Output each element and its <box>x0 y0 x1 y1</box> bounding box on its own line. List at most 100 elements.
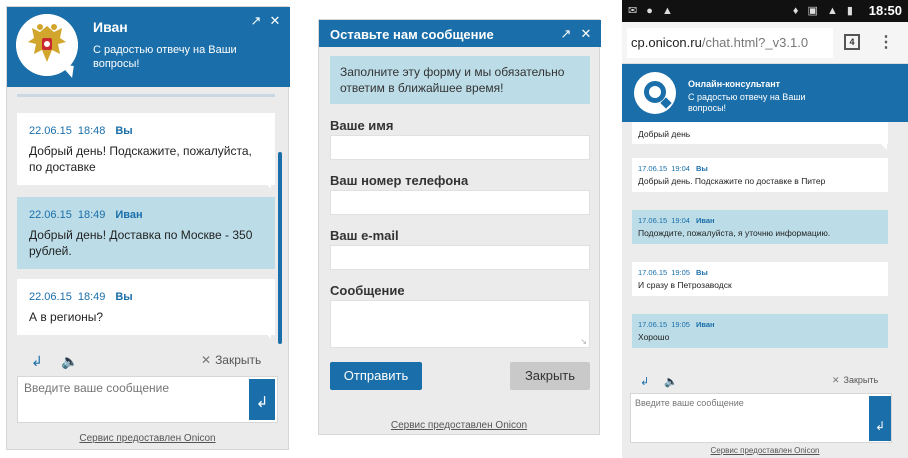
mobile-chat-header: Онлайн-консультант С радостью отвечу на … <box>622 64 908 122</box>
footer-link[interactable]: Сервис предоставлен Onicon <box>622 446 908 455</box>
message-label: Сообщение <box>330 283 405 298</box>
chat-toolbar: ↲ 🔈 ✕ Закрыть <box>31 353 281 369</box>
header-subtitle: С радостью отвечу на Ваши вопросы! <box>688 92 806 113</box>
message-field[interactable]: ↘ <box>330 300 590 348</box>
reply-icon[interactable]: ↲ <box>640 375 649 388</box>
notification-icons: ✉ ● ▲ <box>628 5 676 17</box>
send-button[interactable]: Отправить <box>330 362 422 390</box>
url-path: /chat.html?_v3.1.0 <box>701 35 809 50</box>
phone-field-box <box>330 190 590 215</box>
message-meta: 17.06.15 19:05 Вы <box>638 267 882 279</box>
operator-name: Иван <box>93 19 128 35</box>
message-date: 17.06.15 <box>638 164 668 173</box>
phone-field[interactable] <box>331 191 589 214</box>
message-author: Иван <box>695 216 715 225</box>
message-text: Добрый день! Доставка по Москве - 350 ру… <box>29 228 253 258</box>
reply-icon[interactable]: ↲ <box>31 353 43 370</box>
message-input[interactable] <box>18 377 243 421</box>
chat-message-operator: 22.06.15 18:49 Иван Добрый день! Доставка … <box>17 197 275 269</box>
expand-icon[interactable]: ↗ <box>558 26 574 42</box>
message-meta: 22.06.15 18:48 Вы <box>29 123 263 139</box>
enter-icon[interactable]: ↲ <box>249 379 275 420</box>
bubble-tail <box>881 144 887 150</box>
message-text: А в регионы? <box>29 310 104 324</box>
message-meta: 22.06.15 18:49 Иван <box>29 207 263 223</box>
message-time: 19:04 <box>671 164 690 173</box>
message-time: 19:05 <box>671 268 690 277</box>
message-date: 22.06.15 <box>29 291 72 303</box>
message-input[interactable] <box>631 394 861 440</box>
close-x-icon: ✕ <box>201 353 212 367</box>
close-chat-label: Закрыть <box>215 353 262 367</box>
message-text: Подождите, пожалуйста, я уточню информац… <box>638 228 831 238</box>
close-icon[interactable]: ✕ <box>267 13 283 29</box>
email-label: Ваш e-mail <box>330 228 399 243</box>
message-meta: 17.06.15 19:05 Иван <box>638 319 882 331</box>
tabs-icon[interactable]: 4 <box>844 34 860 50</box>
message-time: 18:48 <box>77 125 106 137</box>
name-field-box <box>330 135 590 160</box>
name-label: Ваше имя <box>330 118 394 133</box>
chat-message-operator: 17.06.15 19:04 Иван Подождите, пожалуйста,… <box>632 210 888 244</box>
email-field-box <box>330 245 590 270</box>
message-author: Иван <box>115 209 143 221</box>
bubble-tail <box>264 181 271 189</box>
close-button[interactable]: Закрыть <box>510 362 590 390</box>
message-author: Вы <box>115 125 133 137</box>
close-chat-label: Закрыть <box>843 375 879 385</box>
message-author: Вы <box>695 268 708 277</box>
message-meta: 22.06.15 18:49 Вы <box>29 289 263 305</box>
expand-icon[interactable]: ↗ <box>248 13 264 29</box>
close-chat-link[interactable]: ✕ Закрыть <box>201 353 261 367</box>
close-x-icon: ✕ <box>832 375 840 385</box>
status-bar: ✉ ● ▲ ♦ ▣ ▲ ▮ 18:50 <box>622 0 908 22</box>
status-time: 18:50 <box>868 3 902 18</box>
chat-message: Добрый день <box>632 122 888 144</box>
message-text: Добрый день! Подскажите, пожалуйста, по … <box>29 144 252 174</box>
menu-icon[interactable]: ⋮ <box>878 32 894 52</box>
message-date: 17.06.15 <box>638 216 668 225</box>
speaker-icon[interactable]: 🔈 <box>664 375 678 388</box>
history-divider <box>17 94 275 97</box>
avatar-tail <box>58 64 74 78</box>
message-time: 18:49 <box>77 291 106 303</box>
chat-message: 22.06.15 18:48 Вы Добрый день! Подскажите,… <box>17 113 275 185</box>
mobile-screen: ✉ ● ▲ ♦ ▣ ▲ ▮ 18:50 cp.onicon.ru/chat.ht… <box>622 0 908 458</box>
footer-link[interactable]: Сервис предоставлен Onicon <box>7 433 288 444</box>
message-author: Иван <box>695 320 715 329</box>
offline-form-widget: Оставьте нам сообщение ↗ ✕ Заполните эту… <box>318 19 601 435</box>
resize-handle-icon[interactable]: ↘ <box>580 337 587 346</box>
message-meta: 17.06.15 19:04 Вы <box>638 163 882 175</box>
close-chat-link[interactable]: ✕ Закрыть <box>832 375 878 386</box>
operator-subtitle: С радостью отвечу на Ваши вопросы! <box>93 44 237 70</box>
footer-link[interactable]: Сервис предоставлен Onicon <box>319 420 599 431</box>
form-header: Оставьте нам сообщение ↗ ✕ <box>319 20 601 47</box>
message-time: 19:04 <box>671 216 690 225</box>
close-icon[interactable]: ✕ <box>578 26 594 42</box>
onicon-logo-icon <box>634 72 676 114</box>
speaker-icon[interactable]: 🔈 <box>61 353 78 370</box>
chat-message: 22.06.15 18:49 Вы А в регионы? <box>17 279 275 335</box>
name-field[interactable] <box>331 136 589 159</box>
message-date: 22.06.15 <box>29 209 72 221</box>
message-text: Добрый день. Подскажите по доставке в Пи… <box>638 176 826 186</box>
message-text: Добрый день <box>638 129 691 139</box>
chat-message-operator: 17.06.15 19:05 Иван Хорошо <box>632 314 888 348</box>
chat-toolbar: ↲ 🔈 ✕ Закрыть <box>640 375 890 389</box>
message-author: Вы <box>115 291 133 303</box>
message-input-box: ↲ <box>630 393 892 443</box>
message-time: 18:49 <box>77 209 106 221</box>
system-icons: ♦ ▣ ▲ ▮ <box>792 5 856 17</box>
phone-label: Ваш номер телефона <box>330 173 469 188</box>
email-field[interactable] <box>331 246 589 269</box>
chat-message: 17.06.15 19:05 Вы И сразу в Петрозаводск <box>632 262 888 296</box>
bubble-tail <box>264 331 271 339</box>
form-title: Оставьте нам сообщение <box>330 27 494 42</box>
enter-icon[interactable]: ↲ <box>869 396 891 441</box>
scrollbar[interactable] <box>278 152 282 344</box>
message-author: Вы <box>695 164 708 173</box>
message-date: 17.06.15 <box>638 320 668 329</box>
message-date: 22.06.15 <box>29 125 72 137</box>
url-field[interactable]: cp.onicon.ru/chat.html?_v3.1.0 <box>627 28 833 58</box>
message-text: Хорошо <box>638 332 670 342</box>
